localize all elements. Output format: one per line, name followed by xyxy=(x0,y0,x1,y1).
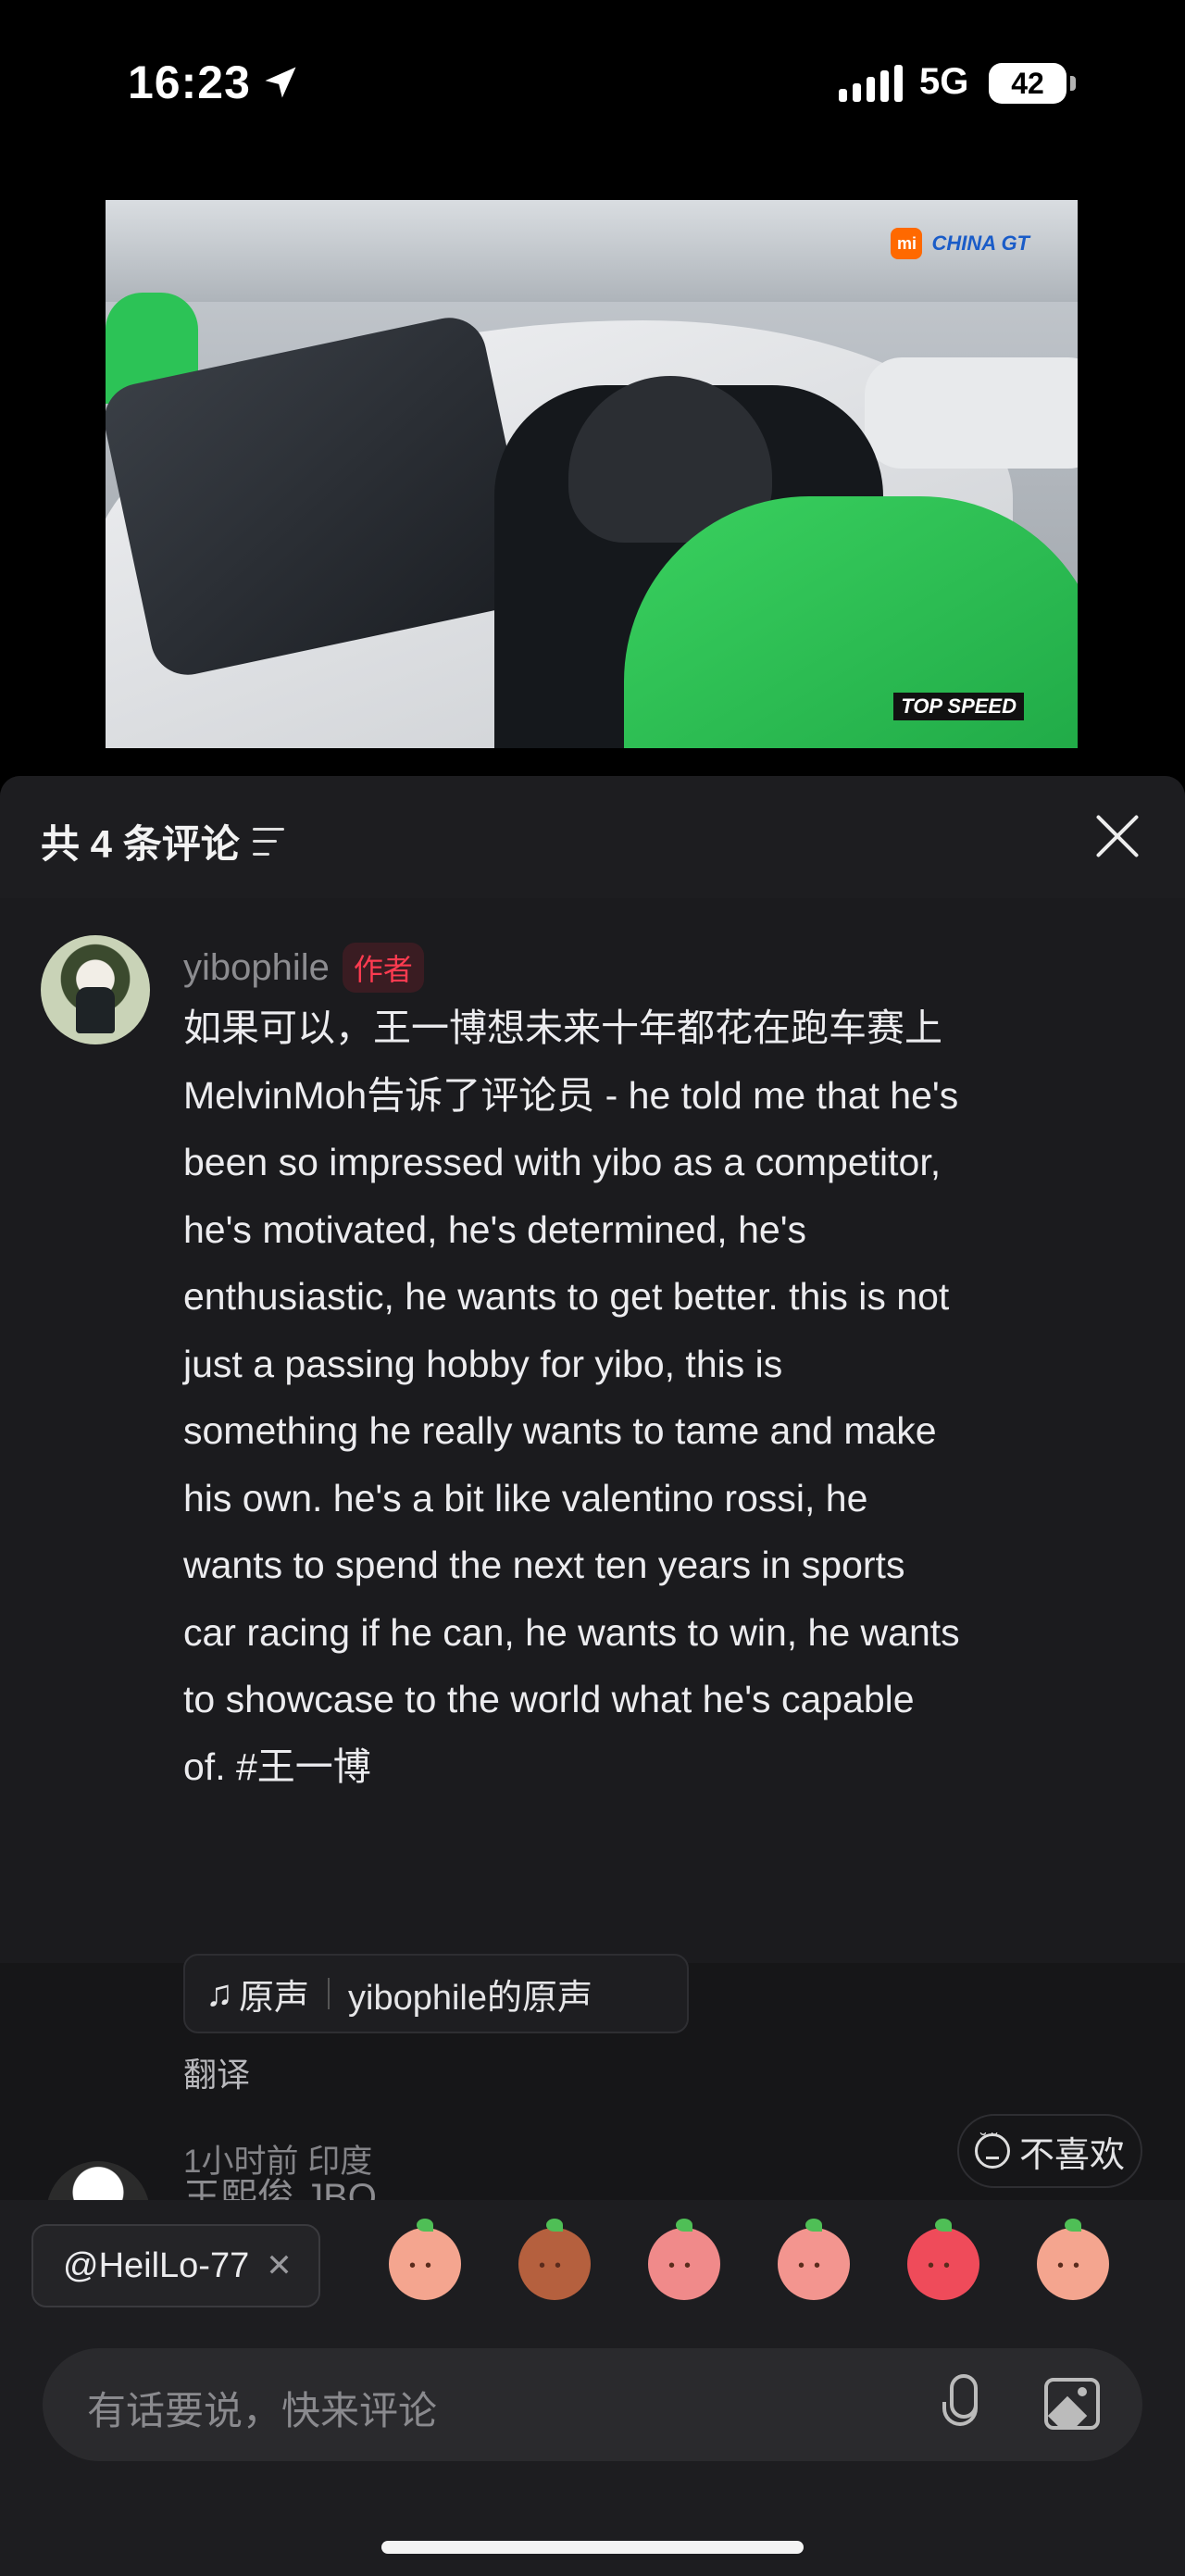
home-indicator[interactable] xyxy=(381,2541,804,2554)
comment-item: yibophile 作者 如果可以，王一博想未来十年都花在跑车赛上 Melvin… xyxy=(0,898,1185,2188)
emoji-sticker-icon[interactable]: •• xyxy=(518,2219,591,2300)
emoji-sticker-icon[interactable]: •• xyxy=(778,2219,850,2300)
comment-line: his own. he's a bit like valentino rossi… xyxy=(183,1476,868,1519)
background-car xyxy=(865,357,1078,469)
china-gt-text: CHINA GT xyxy=(931,231,1029,255)
avatar[interactable] xyxy=(46,2161,150,2202)
close-icon[interactable] xyxy=(1094,813,1141,859)
sort-filter-icon[interactable] xyxy=(252,827,284,856)
mention-chip[interactable]: @HeilLo-77 ✕ xyxy=(31,2224,320,2307)
emoji-sticker-icon[interactable]: •• xyxy=(389,2219,461,2300)
comment-composer: @HeilLo-77 ✕ •• •• •• •• •• •• 有话要说，快来评论 xyxy=(0,2200,1185,2576)
comment-line: to showcase to the world what he's capab… xyxy=(183,1678,915,1720)
comment-text: 如果可以，王一博想未来十年都花在跑车赛上 MelvinMoh告诉了评论员 - h… xyxy=(183,994,1146,1800)
comment-line: wants to spend the next ten years in spo… xyxy=(183,1544,905,1586)
comment-line: just a passing hobby for yibo, this is xyxy=(183,1342,783,1385)
location-arrow-icon xyxy=(265,67,296,98)
comments-header: 共 4 条评论 xyxy=(0,776,1185,898)
image-icon[interactable] xyxy=(1044,2378,1100,2430)
china-gt-logo: mi CHINA GT xyxy=(891,228,1029,259)
signal-icon xyxy=(839,65,903,102)
comment-author[interactable]: yibophile 作者 xyxy=(183,943,424,993)
audio-label: 原声 xyxy=(239,1978,310,2018)
comment-line: something he really wants to tame and ma… xyxy=(183,1409,937,1452)
translate-link[interactable]: 翻译 xyxy=(183,2048,250,2096)
status-time: 16:23 xyxy=(128,56,301,109)
author-username[interactable]: yibophile xyxy=(183,947,330,989)
divider xyxy=(328,1978,331,2009)
comment-count: 共 4 条评论 xyxy=(41,813,284,869)
emoji-sticker-icon[interactable]: •• xyxy=(1037,2219,1109,2300)
comment-input[interactable]: 有话要说，快来评论 xyxy=(43,2348,1142,2461)
comment-line: car racing if he can, he wants to win, h… xyxy=(183,1610,960,1654)
xiaomi-logo-icon: mi xyxy=(891,228,923,259)
comment-line: MelvinMoh告诉了评论员 - he told me that he's xyxy=(183,1073,959,1117)
video-player[interactable]: mi CHINA GT TOP SPEED xyxy=(106,200,1078,748)
author-badge: 作者 xyxy=(342,943,424,993)
original-audio-chip[interactable]: ♫ 原声 yibophile的原声 xyxy=(183,1954,689,2033)
list-item: 王熙俊 JBO xyxy=(0,2128,1185,2202)
comment-line: he's motivated, he's determined, he's xyxy=(183,1207,807,1251)
top-speed-logo: TOP SPEED xyxy=(893,693,1024,720)
music-note-icon: ♫ xyxy=(206,1972,233,2014)
comment-line: 如果可以，王一博想未来十年都花在跑车赛上 xyxy=(183,1007,942,1049)
audio-source: yibophile的原声 xyxy=(348,1978,593,2018)
comment-input-placeholder: 有话要说，快来评论 xyxy=(87,2389,438,2432)
remove-mention-icon[interactable]: ✕ xyxy=(266,2247,293,2284)
emoji-sticker-icon[interactable]: •• xyxy=(648,2219,720,2300)
battery-icon: 42 xyxy=(989,63,1076,104)
comment-line: been so impressed with yibo as a competi… xyxy=(183,1141,942,1183)
microphone-icon[interactable] xyxy=(942,2374,978,2426)
comment-line: enthusiastic, he wants to get better. th… xyxy=(183,1275,950,1318)
clock-text: 16:23 xyxy=(128,56,251,108)
emoji-bar: •• •• •• •• •• •• xyxy=(389,2219,1109,2300)
emoji-sticker-icon[interactable]: •• xyxy=(907,2219,979,2300)
comment-author[interactable]: 王熙俊 JBO xyxy=(183,2167,377,2202)
status-bar: 16:23 5G 42 xyxy=(0,0,1185,176)
comment-count-text: 共 4 条评论 xyxy=(41,822,240,866)
mention-text: @HeilLo-77 xyxy=(63,2245,250,2285)
avatar[interactable] xyxy=(41,935,150,1044)
network-type: 5G xyxy=(919,61,969,102)
battery-level: 42 xyxy=(1011,66,1044,100)
comment-line: of. #王一博 xyxy=(183,1744,371,1788)
